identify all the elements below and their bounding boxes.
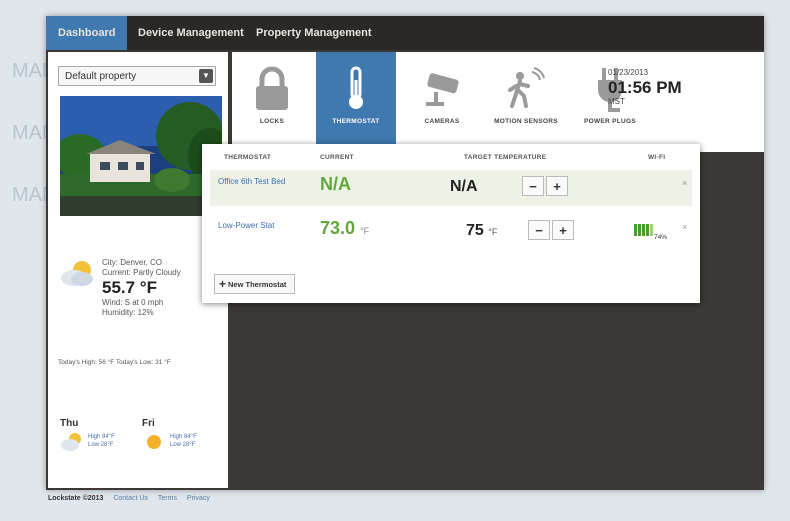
target-temperature-unit: °F	[488, 227, 498, 237]
increase-button[interactable]: +	[546, 176, 568, 196]
forecast-day: Fri High 84°F Low 28°F	[142, 418, 212, 449]
close-icon[interactable]: ×	[682, 178, 687, 188]
column-header-current: CURRENT	[320, 154, 354, 161]
device-tab-label: MOTION SENSORS	[494, 118, 558, 125]
target-temperature: N/A	[450, 178, 478, 196]
lock-icon	[256, 66, 288, 110]
chevron-down-icon[interactable]: ▼	[199, 69, 213, 83]
device-tab-motion-sensors[interactable]: MOTION SENSORS	[486, 52, 566, 152]
thermostat-row: Office 6th Test Bed N/A N/A − + ×	[210, 170, 692, 206]
device-tab-label: CAMERAS	[424, 118, 460, 125]
target-temperature-stepper: − +	[528, 220, 576, 242]
tab-dashboard[interactable]: Dashboard	[46, 16, 128, 50]
footer-link-privacy[interactable]: Privacy	[187, 495, 210, 502]
decrease-button[interactable]: −	[528, 220, 550, 240]
thermostat-row: Low-Power Stat 73.0 °F 75 °F − + 74% ×	[210, 214, 692, 250]
increase-button[interactable]: +	[552, 220, 574, 240]
footer-link-contact[interactable]: Contact Us	[113, 495, 148, 502]
property-select-value: Default property	[65, 71, 137, 82]
forecast-day-label: Fri	[142, 418, 155, 429]
column-header-thermostat: THERMOSTAT	[224, 154, 272, 161]
thermostat-name-link[interactable]: Low-Power Stat	[218, 220, 304, 231]
footer-link-terms[interactable]: Terms	[158, 495, 177, 502]
tab-property-management[interactable]: Property Management	[244, 16, 384, 50]
target-temperature-value: 75	[466, 222, 484, 239]
sidebar: Default property ▼ City: Denver, CO Curr…	[48, 52, 228, 488]
sun-icon	[147, 435, 161, 449]
top-navigation: Dashboard Device Management Property Man…	[46, 16, 764, 50]
current-temperature: 73.0 °F	[320, 218, 369, 239]
current-temperature-value: 73.0	[320, 218, 356, 238]
new-thermostat-label: New Thermostat	[228, 280, 287, 289]
column-header-target: TARGET TEMPERATURE	[464, 154, 547, 161]
date-time: 01/23/2013 01:56 PM MST	[608, 68, 708, 106]
column-header-wifi: WI-FI	[648, 154, 666, 161]
current-date: 01/23/2013	[608, 68, 649, 77]
camera-icon	[426, 73, 459, 106]
device-tab-cameras[interactable]: CAMERAS	[402, 52, 482, 152]
new-thermostat-button[interactable]: + New Thermostat	[214, 274, 296, 294]
current-temperature-unit: °F	[360, 226, 370, 236]
thermostat-panel: THERMOSTAT CURRENT TARGET TEMPERATURE WI…	[202, 144, 700, 303]
tab-device-management[interactable]: Device Management	[126, 16, 256, 50]
current-time: 01:56 PM	[608, 78, 682, 97]
device-tab-label: THERMOSTAT	[332, 118, 380, 125]
wifi-percentage: 74%	[654, 234, 668, 241]
plus-icon: +	[219, 277, 227, 291]
device-tab-label: POWER PLUGS	[583, 118, 637, 125]
decrease-button[interactable]: −	[522, 176, 544, 196]
forecast-high: High 84°F	[88, 434, 115, 440]
target-temperature-value: N/A	[450, 178, 478, 195]
copyright: Lockstate ©2013	[48, 495, 104, 502]
weather-humidity: Humidity: 12%	[102, 308, 154, 317]
thermostat-name-link[interactable]: Office 6th Test Bed	[218, 176, 304, 187]
device-tab-locks[interactable]: LOCKS	[232, 52, 312, 152]
forecast-day-label: Thu	[60, 418, 79, 429]
wifi-signal-icon	[634, 224, 653, 236]
motion-sensor-icon	[508, 67, 545, 108]
forecast-low: Low 28°F	[88, 442, 114, 448]
weather-high-low: Today's High: 56 °F Today's Low: 31 °F	[58, 359, 171, 366]
property-select[interactable]: Default property ▼	[58, 66, 216, 86]
target-temperature-stepper: − +	[522, 176, 570, 198]
partly-cloudy-icon	[61, 261, 93, 286]
current-temperature-value: N/A	[320, 174, 351, 194]
time-zone: MST	[608, 97, 625, 106]
forecast-low: Low 28°F	[170, 442, 196, 448]
thermometer-icon	[349, 66, 363, 109]
close-icon[interactable]: ×	[682, 222, 687, 232]
wifi-signal: 74%	[634, 222, 670, 242]
target-temperature: 75 °F	[466, 222, 497, 240]
property-photo	[60, 96, 222, 216]
device-tab-thermostat[interactable]: THERMOSTAT	[316, 52, 396, 152]
current-temperature: N/A	[320, 174, 351, 195]
device-tab-label: LOCKS	[259, 118, 285, 125]
footer: Lockstate ©2013 Contact Us Terms Privacy	[48, 495, 210, 502]
forecast-day: Thu High 84°F Low 28°F	[60, 418, 130, 451]
forecast-high: High 84°F	[170, 434, 197, 440]
partly-cloudy-icon	[61, 433, 81, 451]
